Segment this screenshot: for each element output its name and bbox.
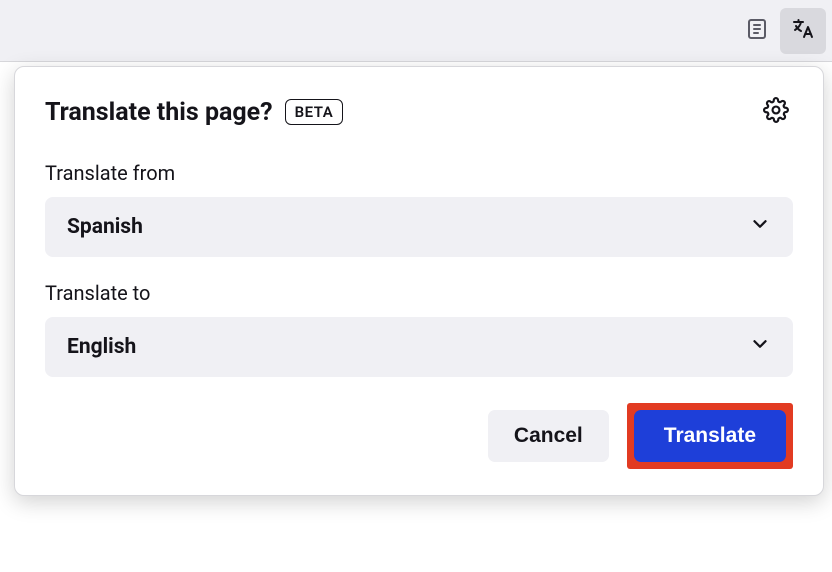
translate-button[interactable]: Translate xyxy=(634,410,786,462)
reader-mode-icon xyxy=(745,17,769,45)
translate-icon xyxy=(791,17,815,45)
translate-from-value: Spanish xyxy=(67,215,143,239)
cancel-button[interactable]: Cancel xyxy=(488,410,609,462)
reader-mode-button[interactable] xyxy=(734,8,780,54)
panel-header: Translate this page? BETA xyxy=(45,95,793,129)
translate-to-label: Translate to xyxy=(45,281,793,305)
panel-title-wrap: Translate this page? BETA xyxy=(45,98,343,127)
translate-to-group: Translate to English xyxy=(45,281,793,377)
panel-title: Translate this page? xyxy=(45,98,273,127)
translate-from-group: Translate from Spanish xyxy=(45,161,793,257)
settings-button[interactable] xyxy=(759,95,793,129)
button-row: Cancel Translate xyxy=(45,403,793,469)
chevron-down-icon xyxy=(749,213,771,241)
translate-to-select[interactable]: English xyxy=(45,317,793,377)
browser-toolbar xyxy=(0,0,832,62)
translate-to-value: English xyxy=(67,335,136,359)
beta-badge: BETA xyxy=(285,99,344,125)
translate-toolbar-button[interactable] xyxy=(780,8,826,54)
translate-button-highlight: Translate xyxy=(627,403,793,469)
translate-from-label: Translate from xyxy=(45,161,793,185)
translate-panel: Translate this page? BETA Translate from… xyxy=(14,66,824,496)
translate-from-select[interactable]: Spanish xyxy=(45,197,793,257)
chevron-down-icon xyxy=(749,333,771,361)
gear-icon xyxy=(763,97,789,127)
